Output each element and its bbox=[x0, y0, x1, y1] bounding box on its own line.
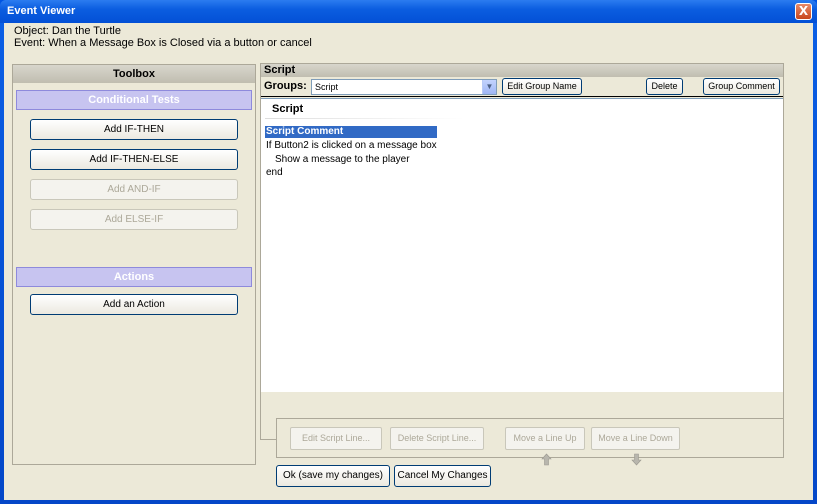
script-editor[interactable]: Script Script Comment If Button2 is clic… bbox=[261, 98, 783, 392]
groups-label: Groups: bbox=[264, 80, 307, 92]
script-panel-title: Script bbox=[261, 64, 783, 77]
title-divider bbox=[265, 118, 465, 119]
script-panel: Script Groups: Script ▼ Edit Group Name … bbox=[260, 63, 784, 440]
add-and-if-button[interactable]: Add AND-IF bbox=[30, 179, 238, 200]
close-button[interactable]: X bbox=[795, 3, 812, 20]
object-line: Object: Dan the Turtle bbox=[14, 25, 121, 37]
chevron-down-icon[interactable]: ▼ bbox=[482, 80, 496, 94]
script-comment-line[interactable]: Script Comment bbox=[265, 126, 437, 138]
actions-header: Actions bbox=[16, 267, 252, 287]
title-bar[interactable]: Event Viewer X bbox=[0, 0, 817, 23]
arrow-down-icon bbox=[631, 453, 642, 466]
move-line-up-button[interactable]: Move a Line Up bbox=[505, 427, 585, 466]
move-line-down-button[interactable]: Move a Line Down bbox=[591, 427, 680, 466]
script-line[interactable]: Show a message to the player bbox=[275, 154, 410, 165]
script-line-buttons: Edit Script Line... Delete Script Line..… bbox=[276, 418, 784, 466]
edit-group-name-button[interactable]: Edit Group Name bbox=[502, 78, 582, 95]
move-down-label: Move a Line Down bbox=[598, 433, 673, 443]
ok-save-button[interactable]: Ok (save my changes) bbox=[276, 465, 390, 487]
delete-group-button[interactable]: Delete bbox=[646, 78, 683, 95]
script-area-title: Script bbox=[272, 103, 304, 115]
delete-script-line-button[interactable]: Delete Script Line... bbox=[390, 427, 484, 450]
edit-script-line-button[interactable]: Edit Script Line... bbox=[290, 427, 382, 450]
move-up-label: Move a Line Up bbox=[513, 433, 577, 443]
add-action-button[interactable]: Add an Action bbox=[30, 294, 238, 315]
group-comment-button[interactable]: Group Comment bbox=[703, 78, 780, 95]
groups-dropdown[interactable]: Script ▼ bbox=[311, 79, 497, 95]
arrow-up-icon bbox=[540, 453, 552, 466]
dialog-body: Object: Dan the Turtle Event: When a Mes… bbox=[4, 23, 813, 500]
add-if-then-else-button[interactable]: Add IF-THEN-ELSE bbox=[30, 149, 238, 170]
groups-selected-value: Script bbox=[315, 82, 339, 92]
script-line[interactable]: end bbox=[266, 167, 283, 178]
script-line[interactable]: If Button2 is clicked on a message box bbox=[266, 140, 437, 151]
add-if-then-button[interactable]: Add IF-THEN bbox=[30, 119, 238, 140]
window-title: Event Viewer bbox=[7, 5, 76, 17]
event-viewer-window: Event Viewer X Object: Dan the Turtle Ev… bbox=[0, 0, 817, 504]
add-else-if-button[interactable]: Add ELSE-IF bbox=[30, 209, 238, 230]
conditional-tests-header: Conditional Tests bbox=[16, 90, 252, 110]
cancel-button[interactable]: Cancel My Changes bbox=[394, 465, 491, 487]
toolbox-title: Toolbox bbox=[13, 65, 255, 83]
toolbox-panel: Toolbox Conditional Tests Add IF-THEN Ad… bbox=[12, 64, 256, 465]
event-line: Event: When a Message Box is Closed via … bbox=[14, 37, 312, 49]
groups-row: Groups: Script ▼ Edit Group Name Delete … bbox=[261, 77, 783, 97]
